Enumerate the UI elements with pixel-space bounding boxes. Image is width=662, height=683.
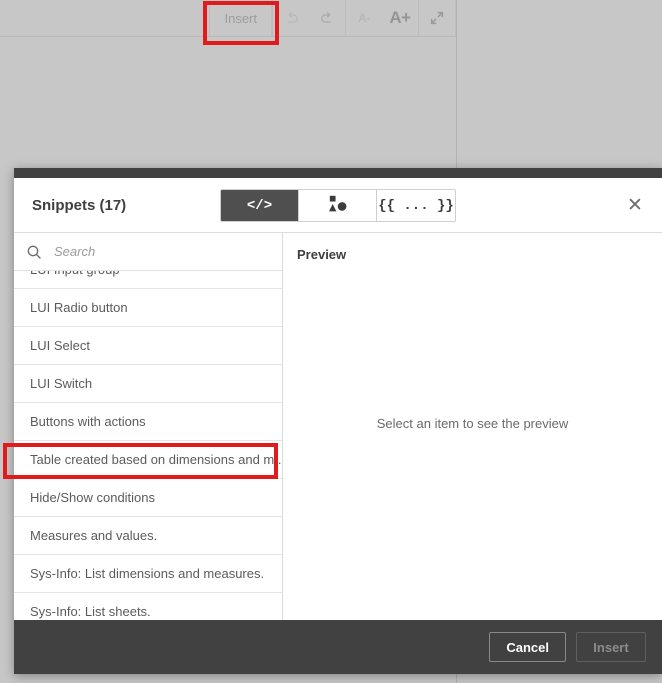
snippets-dialog: Snippets (17) </> {{ ... }} ✕ Search LUI… <box>14 168 662 674</box>
close-icon[interactable]: ✕ <box>622 192 648 218</box>
preview-header: Preview <box>297 247 347 262</box>
toggle-variables-view[interactable]: {{ ... }} <box>377 190 455 221</box>
dialog-header: Snippets (17) </> {{ ... }} ✕ <box>14 178 662 232</box>
list-item[interactable]: LUI Switch <box>14 365 282 403</box>
list-item[interactable]: Measures and values. <box>14 517 282 555</box>
search-row <box>14 233 282 271</box>
view-mode-toggle: </> {{ ... }} <box>220 189 456 222</box>
list-item[interactable]: Buttons with actions <box>14 403 282 441</box>
cancel-button[interactable]: Cancel <box>489 632 566 662</box>
snippet-list[interactable]: LUI Input group LUI Radio button LUI Sel… <box>14 271 282 620</box>
list-item-table-created[interactable]: Table created based on dimensions and m.… <box>14 441 282 479</box>
list-item[interactable]: LUI Select <box>14 327 282 365</box>
shapes-icon <box>328 195 348 216</box>
list-item[interactable]: Hide/Show conditions <box>14 479 282 517</box>
snippet-list-inner: LUI Input group LUI Radio button LUI Sel… <box>14 271 282 620</box>
dialog-footer: Cancel Insert <box>14 620 662 674</box>
list-item[interactable]: LUI Radio button <box>14 289 282 327</box>
toggle-code-view[interactable]: </> <box>221 190 299 221</box>
dialog-body: LUI Input group LUI Radio button LUI Sel… <box>14 232 662 620</box>
preview-column: Preview Select an item to see the previe… <box>283 233 662 620</box>
list-item[interactable]: Sys-Info: List sheets. <box>14 593 282 620</box>
insert-button-dialog[interactable]: Insert <box>576 632 646 662</box>
dialog-drag-handle[interactable] <box>14 168 662 178</box>
search-icon <box>26 244 42 260</box>
search-input[interactable] <box>52 243 270 260</box>
preview-empty-message: Select an item to see the preview <box>376 415 569 431</box>
variables-icon: {{ ... }} <box>378 197 454 214</box>
list-item[interactable]: LUI Input group <box>14 271 282 289</box>
snippet-list-column: LUI Input group LUI Radio button LUI Sel… <box>14 233 283 620</box>
list-item[interactable]: Sys-Info: List dimensions and measures. <box>14 555 282 593</box>
dialog-title: Snippets (17) <box>32 196 127 214</box>
toggle-shapes-view[interactable] <box>299 190 377 221</box>
code-icon: </> <box>246 197 273 214</box>
